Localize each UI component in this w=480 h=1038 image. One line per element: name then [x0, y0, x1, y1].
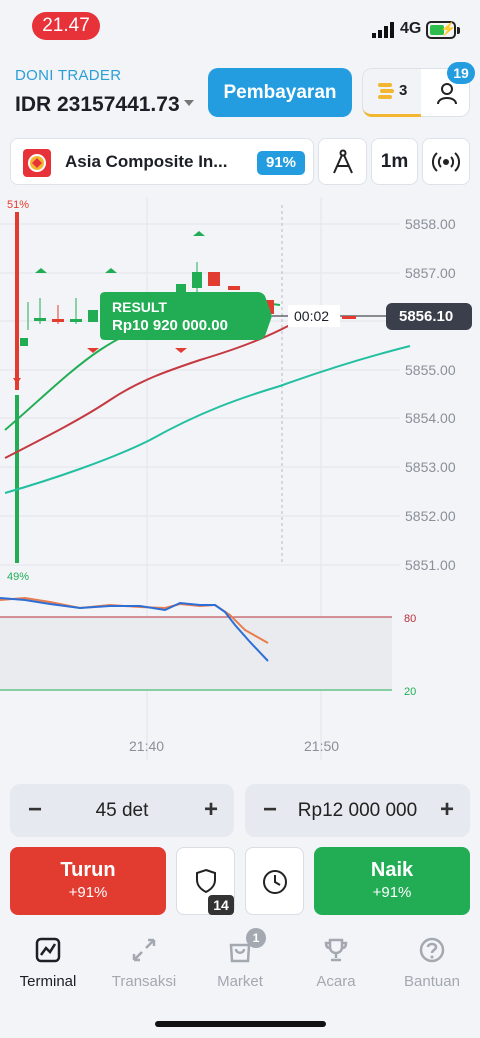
nav-label: Transaksi: [111, 973, 177, 990]
trade-up-label: Naik: [370, 859, 414, 881]
current-price: 5856.10: [399, 308, 453, 325]
insurance-count-badge: 14: [208, 895, 234, 915]
status-bar: 21.47 4G ⚡: [0, 0, 480, 52]
asean-flag-icon: [23, 149, 51, 177]
amount-value[interactable]: Rp12 000 000: [245, 800, 470, 822]
market-badge: 1: [246, 928, 266, 948]
history-button[interactable]: [245, 847, 304, 915]
nav-label: Market: [217, 973, 263, 990]
trade-down-button[interactable]: Turun +91%: [10, 847, 166, 915]
trade-down-payout: +91%: [68, 884, 108, 901]
battery-icon: ⚡: [426, 21, 456, 39]
result-amount: Rp10 920 000.00: [112, 317, 228, 334]
duration-value[interactable]: 45 det: [10, 800, 234, 822]
timeframe-button[interactable]: 1m: [371, 138, 418, 185]
drawing-tools-button[interactable]: [318, 138, 367, 185]
timeframe-label: 1m: [380, 151, 409, 172]
insurance-button[interactable]: 14: [176, 847, 235, 915]
trade-down-label: Turun: [60, 859, 116, 881]
home-indicator[interactable]: [155, 1021, 326, 1027]
account-name: DONI TRADER: [15, 67, 122, 84]
coins-count: 3: [399, 82, 408, 99]
price-label: 5858.00: [405, 216, 456, 232]
sentiment-down-label: 51%: [7, 199, 29, 211]
nav-item-transaksi[interactable]: Transaksi: [96, 936, 192, 990]
result-popup: RESULT Rp10 920 000.00: [100, 292, 272, 340]
signal-icon: [372, 22, 394, 38]
duration-control: − 45 det +: [10, 784, 234, 837]
time-label: 21:40: [129, 738, 164, 754]
trade-up-payout: +91%: [372, 884, 412, 901]
status-time: 21.47: [32, 12, 100, 40]
price-label: 5851.00: [405, 557, 456, 573]
notification-badge[interactable]: 19: [447, 62, 475, 84]
network-label: 4G: [400, 20, 422, 37]
asset-selector[interactable]: Asia Composite In... 91%: [10, 138, 314, 185]
duration-increase-button[interactable]: +: [204, 796, 218, 824]
price-label: 5852.00: [405, 508, 456, 524]
compass-icon: [332, 149, 353, 174]
payment-button[interactable]: Pembayaran: [208, 68, 352, 117]
amount-increase-button[interactable]: +: [440, 796, 454, 824]
user-icon[interactable]: [435, 81, 459, 105]
price-label: 5854.00: [405, 410, 456, 426]
account-balance[interactable]: IDR 23157441.73: [15, 93, 180, 117]
price-chart[interactable]: 51% 49% RESULT Rp10 920 000.00 00:02 585…: [0, 190, 480, 770]
clock-icon: [263, 870, 287, 894]
coins-icon: [378, 83, 394, 99]
price-label: 5853.00: [405, 459, 456, 475]
nav-item-acara[interactable]: Acara: [288, 936, 384, 990]
nav-label: Terminal: [19, 973, 77, 990]
expiry-timer: 00:02: [294, 308, 329, 324]
oscillator-level-80: 80: [404, 613, 416, 625]
nav-label: Acara: [316, 973, 356, 990]
chevron-down-icon[interactable]: [184, 100, 194, 106]
asset-name: Asia Composite In...: [65, 152, 228, 171]
coins-button[interactable]: 3: [363, 69, 421, 117]
nav-item-bantuan[interactable]: Bantuan: [384, 936, 480, 990]
price-label: 5857.00: [405, 265, 456, 281]
nav-item-market[interactable]: Market: [192, 936, 288, 990]
asset-payout-badge: 91%: [257, 151, 305, 175]
nav-label: Bantuan: [404, 973, 460, 990]
sentiment-up-label: 49%: [7, 571, 29, 583]
trophy-icon: [324, 938, 348, 962]
shield-icon: [196, 868, 216, 894]
nav-item-terminal[interactable]: Terminal: [0, 936, 96, 990]
chart-icon: [35, 937, 61, 963]
signals-button[interactable]: [422, 138, 470, 185]
result-title: RESULT: [112, 299, 167, 315]
help-icon: [419, 937, 445, 963]
broadcast-icon: [431, 152, 461, 172]
time-label: 21:50: [304, 738, 339, 754]
price-label: 5855.00: [405, 362, 456, 378]
amount-control: − Rp12 000 000 +: [245, 784, 470, 837]
oscillator-zone: [0, 617, 392, 690]
oscillator-level-20: 20: [404, 686, 416, 698]
trade-up-button[interactable]: Naik +91%: [314, 847, 470, 915]
arrows-icon: [132, 938, 156, 962]
ma-slow-line: [4, 345, 411, 494]
